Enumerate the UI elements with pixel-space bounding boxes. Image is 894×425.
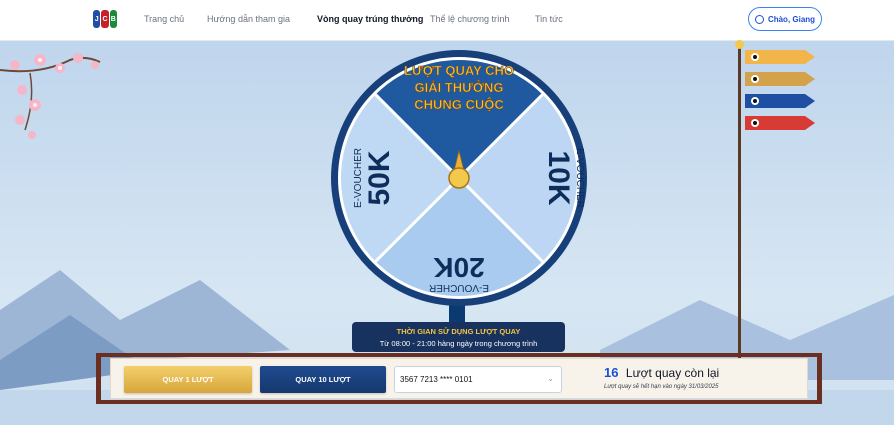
nav-item-news[interactable]: Tin tức xyxy=(535,14,563,24)
nav-item-guide[interactable]: Hướng dẫn tham gia xyxy=(207,14,290,24)
flag-pole xyxy=(738,44,741,374)
panel-post-right xyxy=(817,353,822,404)
remaining-spins-count: 16 xyxy=(604,365,619,380)
wheel-left-label: E-VOUCHER xyxy=(353,148,364,208)
spin-time-info: THỜI GIAN SỬ DỤNG LƯỢT QUAY Từ 08:00 - 2… xyxy=(352,322,565,352)
wheel-bottom-label: E-VOUCHER xyxy=(429,282,489,293)
card-number-value: 3567 7213 **** 0101 xyxy=(400,375,473,384)
user-icon xyxy=(754,14,764,24)
wheel-top-line-3: CHUNG CUỘC xyxy=(414,97,504,112)
spin-time-subtitle: Từ 08:00 - 21:00 hàng ngày trong chương … xyxy=(379,339,538,348)
wheel-top-line-2: GIẢI THƯỞNG xyxy=(414,80,503,95)
wheel-hub xyxy=(448,167,470,189)
carp-flag-icon xyxy=(745,94,815,108)
wheel-right-amount: 10K xyxy=(542,150,575,205)
carp-flag-icon xyxy=(745,72,815,86)
remaining-spins: 16 Lượt quay còn lại Lượt quay sẽ hết hạ… xyxy=(604,364,814,390)
flag-pole-top xyxy=(735,40,744,49)
logo-letter-b: B xyxy=(109,10,117,28)
panel-post-left xyxy=(96,353,101,404)
wheel-right-label: E-VOUCHER xyxy=(574,148,585,208)
logo-letter-j: J xyxy=(93,10,101,28)
jcb-logo[interactable]: J C B xyxy=(93,10,117,28)
panel-frame-bottom xyxy=(96,400,822,404)
prize-wheel: LƯỢT QUAY CHO GIẢI THƯỞNG CHUNG CUỘC 10K… xyxy=(331,50,587,306)
wheel-top-line-1: LƯỢT QUAY CHO xyxy=(404,63,514,78)
panel-frame-top xyxy=(96,353,822,357)
remaining-spins-label: Lượt quay còn lại xyxy=(625,366,720,380)
nav-item-lucky-wheel[interactable]: Vòng quay trúng thưởng xyxy=(317,14,423,24)
greeting-text: Chào, Giang xyxy=(767,14,816,24)
carp-flag-icon xyxy=(745,116,815,130)
wheel-bottom-amount: 20K xyxy=(433,252,484,283)
spin-time-title: THỜI GIAN SỬ DỤNG LƯỢT QUAY xyxy=(396,327,521,336)
card-select[interactable]: 3567 7213 **** 0101 ⌄ xyxy=(394,366,562,393)
user-greeting-button[interactable]: Chào, Giang xyxy=(748,7,822,31)
logo-letter-c: C xyxy=(101,10,109,28)
remaining-spins-expiry: Lượt quay sẽ hết hạn vào ngày 31/03/2025 xyxy=(604,384,719,390)
wheel-left-amount: 50K xyxy=(363,150,396,205)
nav-item-home[interactable]: Trang chủ xyxy=(144,14,184,24)
page: J C B Trang chủ Hướng dẫn tham gia Vòng … xyxy=(0,0,894,425)
cherry-blossom-branch xyxy=(0,53,101,139)
carp-flag-icon xyxy=(745,50,815,64)
spin-ten-button[interactable]: QUAY 10 LƯỢT xyxy=(260,366,386,393)
spin-one-button[interactable]: QUAY 1 LƯỢT xyxy=(124,366,252,393)
chevron-down-icon: ⌄ xyxy=(547,374,554,383)
nav-item-rules[interactable]: Thể lệ chương trình xyxy=(430,14,509,24)
